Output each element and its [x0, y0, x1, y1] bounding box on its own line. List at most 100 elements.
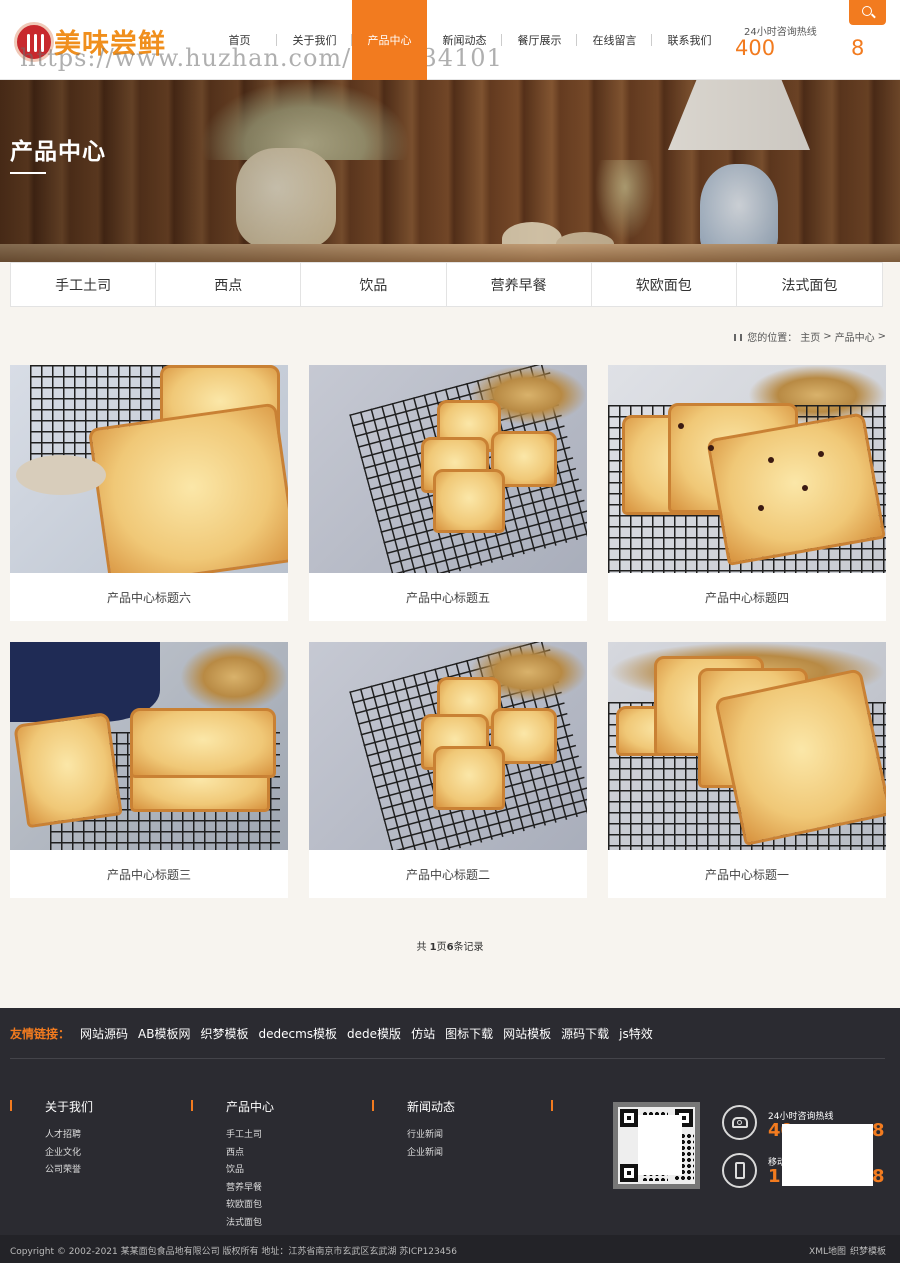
footer-link[interactable]: 企业文化: [45, 1145, 205, 1163]
product-image[interactable]: [608, 642, 886, 850]
pagination-text: 页: [436, 942, 447, 953]
friend-links-label: 友情链接：: [10, 1027, 71, 1041]
qr-mask: [638, 1115, 682, 1175]
footer-link[interactable]: 饮品: [226, 1162, 386, 1180]
friend-link[interactable]: AB模板网: [138, 1025, 190, 1042]
product-card[interactable]: 产品中心标题二: [309, 642, 587, 898]
footer-column-title[interactable]: 新闻动态: [407, 1098, 567, 1115]
qr-finder: [620, 1109, 638, 1127]
friend-links: 友情链接： 网站源码 AB模板网 织梦模板 dedecms模板 dede模版 仿…: [10, 1025, 653, 1042]
product-title[interactable]: 产品中心标题三: [10, 850, 288, 898]
friend-link[interactable]: 源码下载: [561, 1025, 609, 1042]
friend-link[interactable]: dedecms模板: [259, 1025, 338, 1042]
product-title[interactable]: 产品中心标题四: [608, 573, 886, 621]
breadcrumb-separator: >: [877, 331, 886, 342]
footer-column-title[interactable]: 关于我们: [45, 1098, 205, 1115]
footer-mobile-number-tail: 8: [872, 1166, 885, 1187]
raisin: [758, 505, 764, 511]
pagination-info: 共 1页6条记录: [0, 938, 900, 953]
product-title[interactable]: 产品中心标题五: [309, 573, 587, 621]
bread-slice: [87, 402, 288, 573]
breadcrumb-home-link[interactable]: 主页: [800, 329, 820, 344]
footer-column-news: 新闻动态 行业新闻 企业新闻: [372, 1098, 567, 1163]
site-header: 美味尝鲜 https://www.huzhan.com/ishop34101 首…: [0, 0, 900, 80]
nav-contact[interactable]: 联系我们: [652, 0, 727, 80]
product-card[interactable]: 产品中心标题一: [608, 642, 886, 898]
nav-message[interactable]: 在线留言: [577, 0, 652, 80]
friend-link[interactable]: 仿站: [411, 1025, 435, 1042]
qr-code: [613, 1102, 700, 1189]
nav-about-label: 关于我们: [292, 34, 337, 47]
breadcrumb-current-link[interactable]: 产品中心: [835, 329, 875, 344]
category-tab[interactable]: 法式面包: [737, 263, 882, 306]
product-card[interactable]: 产品中心标题五: [309, 365, 587, 621]
nav-news[interactable]: 新闻动态: [427, 0, 502, 80]
bread-slice: [433, 469, 505, 533]
xml-sitemap-link[interactable]: XML地图: [809, 1244, 846, 1257]
page-banner: 产品中心: [0, 80, 900, 262]
product-image[interactable]: [608, 365, 886, 573]
product-image[interactable]: [309, 365, 587, 573]
location-icon: [734, 334, 743, 341]
nav-home[interactable]: 首页: [202, 0, 277, 80]
nav-message-label: 在线留言: [592, 34, 637, 47]
column-marker: [372, 1100, 374, 1111]
friend-link[interactable]: 网站模板: [503, 1025, 551, 1042]
bread-slice: [13, 711, 123, 829]
category-tab[interactable]: 西点: [156, 263, 302, 306]
footer-link[interactable]: 手工土司: [226, 1127, 386, 1145]
nav-contact-label: 联系我们: [667, 34, 712, 47]
product-title[interactable]: 产品中心标题六: [10, 573, 288, 621]
site-footer: 友情链接： 网站源码 AB模板网 织梦模板 dedecms模板 dede模版 仿…: [0, 1008, 900, 1263]
category-tab[interactable]: 饮品: [301, 263, 447, 306]
category-tab[interactable]: 营养早餐: [447, 263, 592, 306]
column-marker: [191, 1100, 193, 1111]
footer-column-title[interactable]: 产品中心: [226, 1098, 386, 1115]
nav-about[interactable]: 关于我们: [277, 0, 352, 80]
bread-slice: [714, 668, 886, 846]
breadcrumb: 您的位置： 主页 > 产品中心 >: [734, 329, 886, 344]
footer-link[interactable]: 公司荣誉: [45, 1162, 205, 1180]
product-image[interactable]: [10, 642, 288, 850]
raisin: [768, 457, 774, 463]
product-card[interactable]: 产品中心标题四: [608, 365, 886, 621]
column-marker: [10, 1100, 12, 1111]
search-icon-handle: [871, 13, 876, 19]
product-title[interactable]: 产品中心标题二: [309, 850, 587, 898]
breadcrumb-separator: >: [823, 331, 832, 342]
footer-column-products: 产品中心 手工土司 西点 饮品 营养早餐 软欧面包 法式面包: [191, 1098, 386, 1233]
nav-home-label: 首页: [228, 34, 251, 47]
main-nav: 首页 关于我们 产品中心 新闻动态 餐厅展示 在线留言 联系我们: [202, 0, 727, 80]
footer-link[interactable]: 法式面包: [226, 1215, 386, 1233]
telephone-icon-dial: [737, 1120, 742, 1125]
category-tab[interactable]: 手工土司: [11, 263, 157, 306]
footer-link[interactable]: 西点: [226, 1145, 386, 1163]
friend-link[interactable]: dede模版: [347, 1025, 401, 1042]
product-title[interactable]: 产品中心标题一: [608, 850, 886, 898]
footer-link[interactable]: 企业新闻: [407, 1145, 567, 1163]
pagination-page-count: 1: [429, 942, 437, 953]
footer-link[interactable]: 软欧面包: [226, 1197, 386, 1215]
friend-link[interactable]: 织梦模板: [200, 1025, 248, 1042]
nav-restaurant-label: 餐厅展示: [517, 34, 562, 47]
product-image[interactable]: [309, 642, 587, 850]
nav-restaurant[interactable]: 餐厅展示: [502, 0, 577, 80]
category-tab[interactable]: 软欧面包: [592, 263, 737, 306]
column-marker: [551, 1100, 553, 1111]
template-link[interactable]: 织梦模板: [850, 1244, 886, 1257]
telephone-icon: [722, 1105, 757, 1140]
banner-underline: [10, 172, 46, 174]
nav-products[interactable]: 产品中心: [352, 0, 427, 80]
footer-link[interactable]: 行业新闻: [407, 1127, 567, 1145]
friend-link[interactable]: 图标下载: [445, 1025, 493, 1042]
product-card[interactable]: 产品中心标题六: [10, 365, 288, 621]
hotline-number-tail: 8: [851, 36, 865, 60]
friend-link[interactable]: 网站源码: [80, 1025, 128, 1042]
product-image[interactable]: [10, 365, 288, 573]
footer-link[interactable]: 人才招聘: [45, 1127, 205, 1145]
product-card[interactable]: 产品中心标题三: [10, 642, 288, 898]
search-button[interactable]: [849, 0, 886, 25]
footer-link[interactable]: 营养早餐: [226, 1180, 386, 1198]
raisin: [818, 451, 824, 457]
friend-link[interactable]: js特效: [619, 1025, 653, 1042]
